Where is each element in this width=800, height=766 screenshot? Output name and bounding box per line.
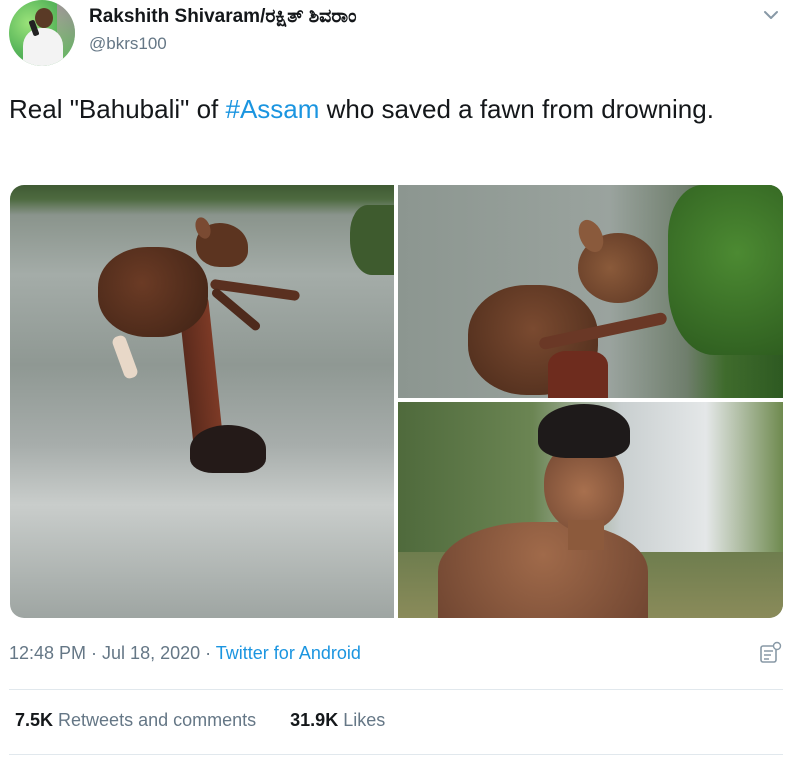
hashtag-link[interactable]: #Assam	[225, 94, 319, 124]
author-name[interactable]: Rakshith Shivaram/ರಕ್ಷಿತ್ ಶಿವರಾಂ	[89, 6, 357, 28]
meta-separator: ·	[200, 643, 216, 663]
photo-fawn-rescue-1[interactable]	[10, 185, 394, 618]
divider-bottom	[9, 754, 783, 755]
source-link[interactable]: Twitter for Android	[216, 643, 361, 663]
retweets-stat[interactable]: 7.5K Retweets and comments	[15, 710, 256, 730]
likes-stat[interactable]: 31.9K Likes	[290, 710, 385, 730]
tweet-text: Real "Bahubali" of #Assam who saved a fa…	[9, 91, 749, 127]
likes-label: Likes	[338, 710, 386, 730]
tweet-stats: 7.5K Retweets and comments 31.9K Likes	[15, 710, 385, 731]
divider-top	[9, 689, 783, 690]
tweet-meta: 12:48 PM · Jul 18, 2020 · Twitter for An…	[9, 643, 361, 664]
author-handle[interactable]: @bkrs100	[89, 34, 167, 54]
analytics-icon[interactable]	[758, 641, 782, 665]
retweets-count: 7.5K	[15, 710, 54, 730]
tweet-text-before: Real "Bahubali" of	[9, 94, 226, 124]
timestamp-link[interactable]: 12:48 PM · Jul 18, 2020	[9, 643, 200, 663]
avatar[interactable]	[9, 0, 75, 66]
photo-fawn-rescue-2[interactable]	[398, 185, 783, 398]
chevron-down-icon[interactable]	[762, 8, 780, 22]
tweet-text-after: who saved a fawn from drowning.	[319, 94, 714, 124]
media-grid	[10, 185, 783, 618]
retweets-label: Retweets and comments	[53, 710, 257, 730]
likes-count: 31.9K	[290, 710, 339, 730]
photo-boy-portrait[interactable]	[398, 402, 783, 618]
